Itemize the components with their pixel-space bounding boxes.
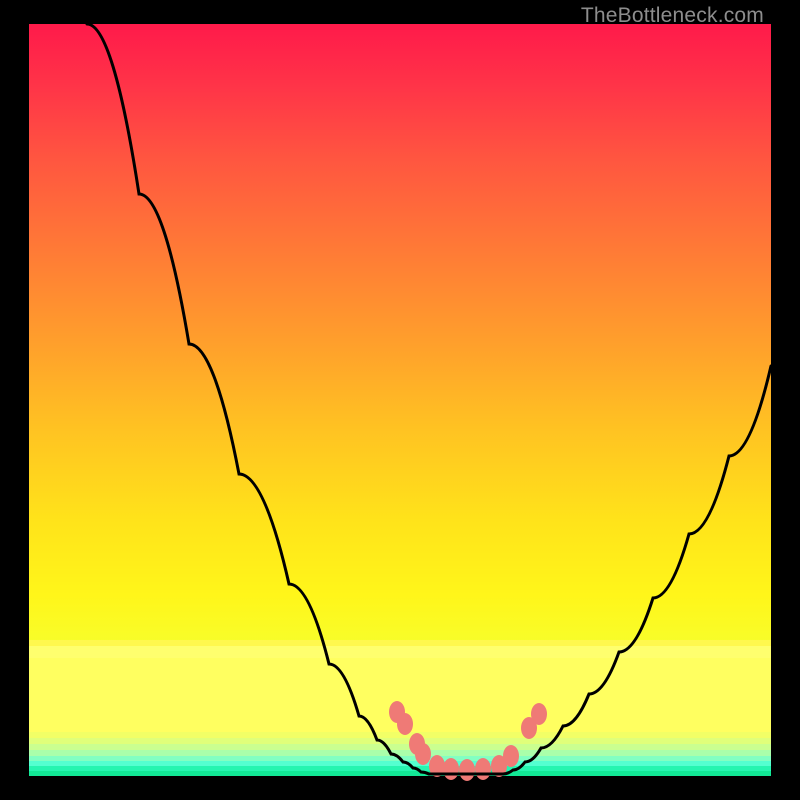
data-marker — [475, 758, 491, 780]
data-marker — [443, 758, 459, 780]
data-marker — [503, 745, 519, 767]
bottleneck-curve-chart — [29, 24, 771, 776]
data-marker — [415, 743, 431, 765]
data-marker — [531, 703, 547, 725]
watermark-text: TheBottleneck.com — [581, 4, 764, 28]
data-marker — [459, 759, 475, 781]
left-curve — [87, 24, 429, 774]
data-marker — [397, 713, 413, 735]
